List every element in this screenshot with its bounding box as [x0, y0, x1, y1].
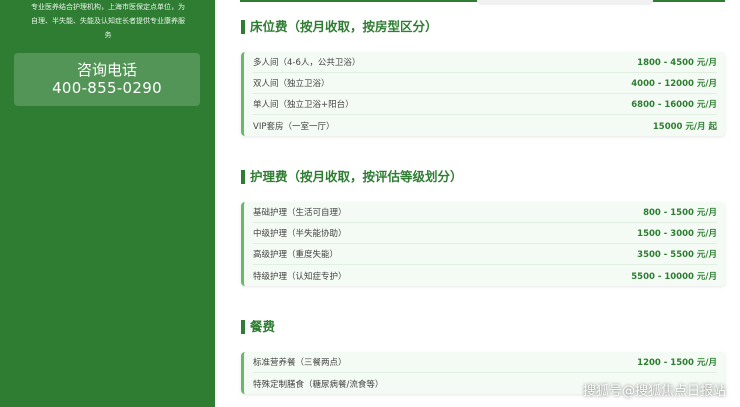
main-content: 床位费（按月收取，按房型区分） 多人间（4-6人，公共卫浴） 1800 - 45…: [215, 0, 740, 407]
row-price: 800 - 1500 元/月: [643, 208, 717, 218]
row-price: 3500 - 5500 元/月: [637, 250, 717, 260]
phone-card[interactable]: 咨询电话 400-855-0290: [14, 53, 200, 106]
sidebar: 专业医养结合护理机构，上海市医保定点单位，为 自理、半失能、失能及认知症长者提供…: [0, 0, 215, 407]
row-name: 中级护理（半失能协助）: [253, 229, 347, 239]
row-price: 5500 - 10000 元/月: [631, 271, 717, 282]
table-row: 标准营养餐（三餐两点） 1200 - 1500 元/月: [253, 352, 717, 373]
row-price: 1200 - 1500 元/月: [637, 358, 717, 368]
table-row: 双人间（独立卫浴） 4000 - 12000 元/月: [253, 73, 717, 94]
row-name: VIP套房（一室一厅）: [253, 121, 335, 132]
table-row: VIP套房（一室一厅） 15000 元/月 起: [253, 115, 717, 136]
row-name: 基础护理（生活可自理）: [253, 208, 347, 218]
nursing-fee-card: 基础护理（生活可自理） 800 - 1500 元/月 中级护理（半失能协助） 1…: [241, 202, 725, 286]
row-price: 1800 - 4500 元/月: [637, 58, 717, 68]
table-row: 高级护理（重度失能） 3500 - 5500 元/月: [253, 244, 717, 265]
table-row: 特级护理（认知症专护） 5500 - 10000 元/月: [253, 265, 717, 286]
table-row: 单人间（独立卫浴+阳台） 6800 - 16000 元/月: [253, 94, 717, 115]
section-title-meal-fee: 餐费: [241, 319, 275, 335]
section-title-nursing-fee: 护理费（按月收取，按评估等级划分）: [241, 169, 463, 185]
intro-line: 务: [104, 31, 112, 39]
phone-number[interactable]: 400-855-0290: [14, 79, 200, 97]
row-name: 双人间（独立卫浴）: [253, 79, 330, 89]
intro-line: 自理、半失能、失能及认知症长者提供专业康养服: [31, 17, 185, 25]
row-name: 高级护理（重度失能）: [253, 250, 339, 260]
header-shadow: [477, 0, 653, 5]
row-name: 单人间（独立卫浴+阳台）: [253, 100, 354, 110]
watermark: 搜狐号@搜狐焦点日报站: [582, 384, 726, 399]
phone-label: 咨询电话: [76, 61, 137, 79]
row-name: 多人间（4-6人，公共卫浴）: [253, 58, 361, 68]
row-name: 特殊定制膳食（糖尿病餐/流食等）: [253, 379, 384, 390]
bed-fee-card: 多人间（4-6人，公共卫浴） 1800 - 4500 元/月 双人间（独立卫浴）…: [241, 52, 725, 136]
row-price: 6800 - 16000 元/月: [631, 100, 717, 110]
table-row: 多人间（4-6人，公共卫浴） 1800 - 4500 元/月: [253, 52, 717, 73]
table-row: 中级护理（半失能协助） 1500 - 3000 元/月: [253, 223, 717, 244]
row-name: 标准营养餐（三餐两点）: [253, 358, 347, 368]
row-price: 1500 - 3000 元/月: [637, 229, 717, 239]
section-title-bed-fee: 床位费（按月收取，按房型区分）: [241, 19, 438, 35]
intro-line: 专业医养结合护理机构，上海市医保定点单位，为: [31, 3, 185, 11]
row-price: 15000 元/月 起: [652, 121, 717, 132]
row-price: 4000 - 12000 元/月: [631, 79, 717, 89]
intro-text: 专业医养结合护理机构，上海市医保定点单位，为 自理、半失能、失能及认知症长者提供…: [8, 0, 208, 42]
row-name: 特级护理（认知症专护）: [253, 271, 347, 282]
table-row: 基础护理（生活可自理） 800 - 1500 元/月: [253, 202, 717, 223]
